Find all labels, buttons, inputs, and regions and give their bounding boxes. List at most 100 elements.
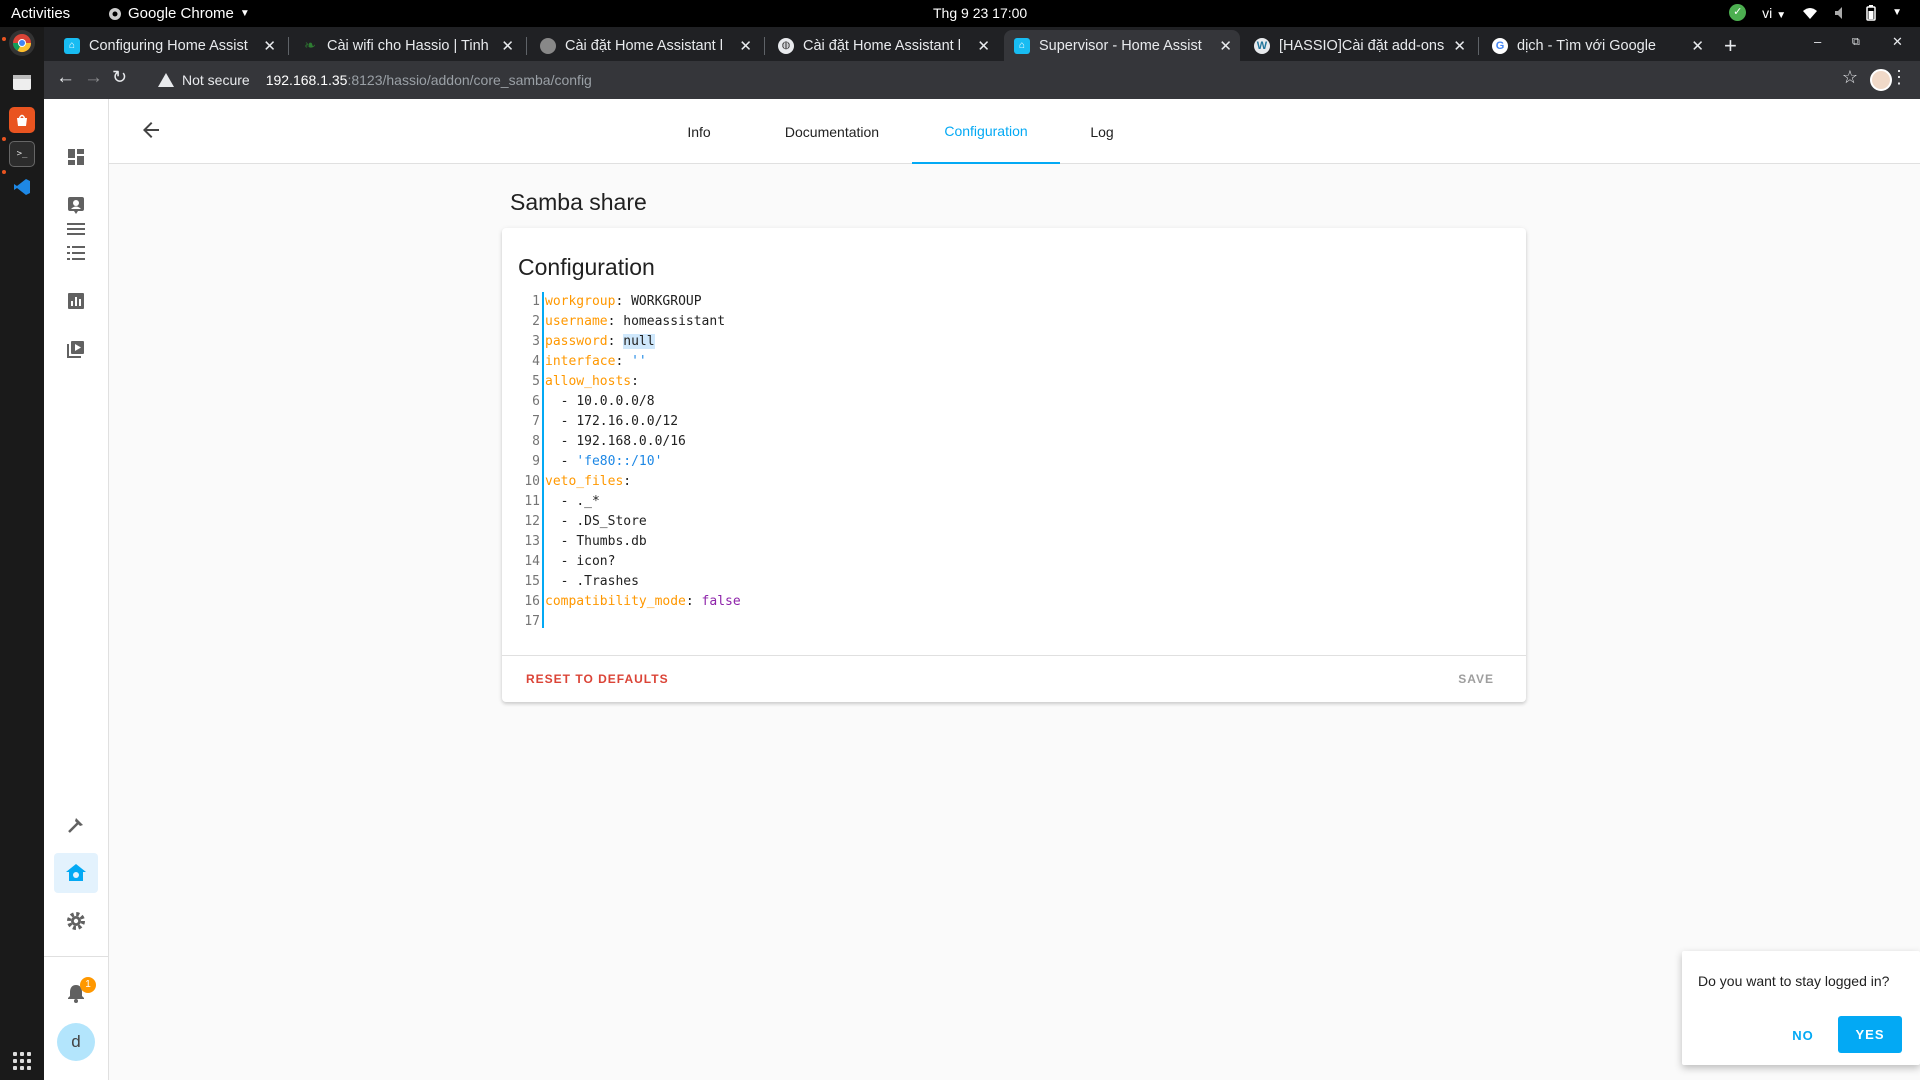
browser-tab[interactable]: ◍ Cài đặt Home Assistant l ✕ xyxy=(768,30,998,61)
notifications-bell-icon[interactable]: 1 xyxy=(54,973,98,1013)
yaml-editor[interactable]: 1 2 3 4 5 6 7 8 9 10 11 12 13 14 15 16 17 workgroup: WOR… xyxy=(518,292,1508,629)
blog-icon xyxy=(540,37,556,54)
code-line[interactable]: - .Trashes xyxy=(545,572,1508,592)
volume-icon xyxy=(1835,6,1843,19)
clock[interactable]: Thg 9 23 17:00 xyxy=(933,5,1027,21)
code-line[interactable]: veto_files: xyxy=(545,472,1508,492)
tab-documentation[interactable]: Documentation xyxy=(772,99,892,164)
tab-title: dịch - Tìm với Google xyxy=(1517,37,1656,54)
gear-icon[interactable] xyxy=(54,901,98,941)
line-number: 12 xyxy=(524,514,540,529)
terminal-icon[interactable]: >_ xyxy=(9,141,35,167)
line-number: 8 xyxy=(532,434,540,449)
code-line[interactable] xyxy=(545,612,1508,632)
new-tab-button[interactable]: + xyxy=(1724,33,1737,59)
browser-tab-active[interactable]: ⌂ Supervisor - Home Assist ✕ xyxy=(1004,30,1240,61)
code-line[interactable]: - ._* xyxy=(545,492,1508,512)
browser-window: ⌂ Configuring Home Assist ✕ ❧ Cài wifi c… xyxy=(44,27,1920,99)
overview-icon[interactable] xyxy=(54,137,98,177)
close-icon[interactable]: ✕ xyxy=(739,37,752,55)
minimize-icon[interactable]: – xyxy=(1814,34,1821,49)
code-line[interactable]: - Thumbs.db xyxy=(545,532,1508,552)
dialog-message: Do you want to stay logged in? xyxy=(1698,973,1890,989)
line-number: 5 xyxy=(532,374,540,389)
reset-to-defaults-button[interactable]: RESET TO DEFAULTS xyxy=(526,672,669,686)
close-icon[interactable]: ✕ xyxy=(1219,37,1232,55)
warning-icon xyxy=(158,73,174,87)
code-line[interactable]: compatibility_mode: false xyxy=(545,592,1508,612)
browser-tab[interactable]: Cài đặt Home Assistant l ✕ xyxy=(530,30,760,61)
globe-icon: ◍ xyxy=(778,37,794,54)
history-icon[interactable] xyxy=(54,281,98,321)
yes-button[interactable]: YES xyxy=(1838,1016,1902,1053)
bookmark-star-icon[interactable]: ☆ xyxy=(1842,67,1858,88)
chevron-down-icon: ▼ xyxy=(239,8,250,19)
battery-icon xyxy=(1866,4,1876,21)
close-icon[interactable]: ✕ xyxy=(501,37,514,55)
code-line[interactable]: - 192.168.0.0/16 xyxy=(545,432,1508,452)
more-menu-icon[interactable]: ⋮ xyxy=(1890,67,1908,88)
restore-icon[interactable]: ⧉ xyxy=(1852,36,1860,49)
tab-configuration[interactable]: Configuration xyxy=(912,99,1060,164)
code-line[interactable]: password: null xyxy=(545,332,1508,352)
code-line[interactable]: username: homeassistant xyxy=(545,312,1508,332)
media-browser-icon[interactable] xyxy=(54,329,98,369)
tab-info[interactable]: Info xyxy=(671,99,727,164)
gutter-border xyxy=(542,292,544,628)
security-label[interactable]: Not secure xyxy=(182,72,250,88)
dock: >_ xyxy=(0,27,44,1080)
code-line[interactable]: - 172.16.0.0/12 xyxy=(545,412,1508,432)
line-number: 15 xyxy=(524,574,540,589)
vscode-icon[interactable] xyxy=(9,174,35,200)
user-avatar[interactable]: d xyxy=(57,1023,95,1061)
google-icon: G xyxy=(1492,37,1508,54)
code-line[interactable]: allow_hosts: xyxy=(545,372,1508,392)
leaf-icon: ❧ xyxy=(304,37,316,53)
no-button[interactable]: NO xyxy=(1777,1017,1829,1053)
browser-tab[interactable]: ⌂ Configuring Home Assist ✕ xyxy=(54,30,284,61)
back-arrow-icon[interactable]: ← xyxy=(56,67,75,89)
app-menu[interactable]: Google Chrome ▼ xyxy=(108,5,250,22)
ha-sidebar: 1 d xyxy=(44,99,109,1080)
show-applications-icon[interactable] xyxy=(13,1052,31,1070)
close-icon[interactable]: ✕ xyxy=(1453,37,1466,55)
code-line[interactable]: - icon? xyxy=(545,552,1508,572)
system-tray[interactable]: ✓ vi ▼ ▼ xyxy=(1729,4,1902,21)
chevron-down-icon: ▼ xyxy=(1776,9,1787,21)
code-lines[interactable]: workgroup: WORKGROUP username: homeassist… xyxy=(545,292,1508,632)
address-bar[interactable]: Not secure 192.168.1.35:8123/hassio/addo… xyxy=(158,64,1858,96)
browser-tab[interactable]: G dịch - Tìm với Google ✕ xyxy=(1482,30,1712,61)
code-line[interactable]: - .DS_Store xyxy=(545,512,1508,532)
line-number: 4 xyxy=(532,354,540,369)
map-icon[interactable] xyxy=(54,185,98,225)
developer-tools-icon[interactable] xyxy=(54,805,98,845)
browser-tab[interactable]: W [HASSIO]Cài đặt add-ons ✕ xyxy=(1244,30,1474,61)
chrome-icon[interactable] xyxy=(9,30,35,56)
browser-tab[interactable]: ❧ Cài wifi cho Hassio | Tinh ✕ xyxy=(292,30,522,61)
code-line[interactable]: interface: '' xyxy=(545,352,1508,372)
home-assistant-icon: ⌂ xyxy=(1014,37,1030,54)
language-indicator[interactable]: vi ▼ xyxy=(1762,5,1786,21)
code-line[interactable]: workgroup: WORKGROUP xyxy=(545,292,1508,312)
chrome-icon xyxy=(109,7,121,20)
code-line[interactable]: - 'fe80::/10' xyxy=(545,452,1508,472)
tab-separator xyxy=(526,37,527,55)
forward-arrow-icon[interactable]: → xyxy=(84,67,103,89)
reload-icon[interactable]: ↻ xyxy=(112,67,127,88)
close-window-icon[interactable]: ✕ xyxy=(1892,34,1903,50)
software-center-icon[interactable] xyxy=(9,107,35,133)
profile-avatar[interactable] xyxy=(1870,69,1892,91)
close-icon[interactable]: ✕ xyxy=(1691,37,1704,55)
tab-log[interactable]: Log xyxy=(1077,99,1127,164)
logbook-icon[interactable] xyxy=(54,233,98,273)
supervisor-icon[interactable] xyxy=(54,853,98,893)
activities-button[interactable]: Activities xyxy=(11,5,70,22)
line-number: 16 xyxy=(524,594,540,609)
back-arrow-icon[interactable] xyxy=(139,118,163,142)
files-icon[interactable] xyxy=(9,69,35,95)
close-icon[interactable]: ✕ xyxy=(977,37,990,55)
code-line[interactable]: - 10.0.0.0/8 xyxy=(545,392,1508,412)
close-icon[interactable]: ✕ xyxy=(263,37,276,55)
save-button[interactable]: SAVE xyxy=(1458,672,1494,686)
line-number: 9 xyxy=(532,454,540,469)
